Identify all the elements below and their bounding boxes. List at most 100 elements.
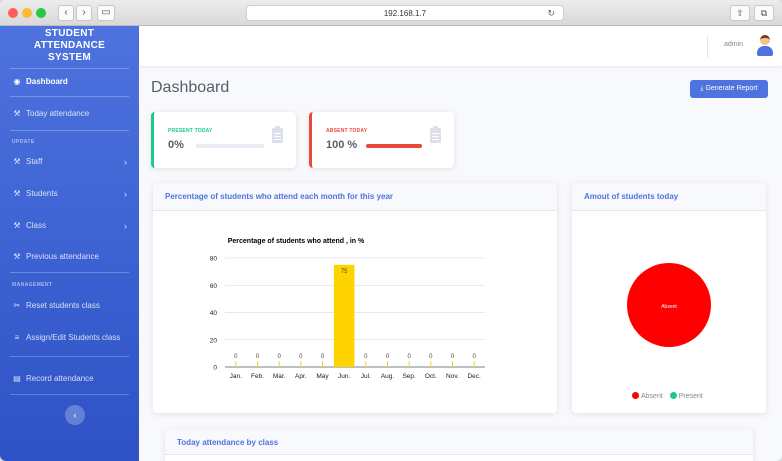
absent-progress-bar: [366, 144, 422, 148]
data-label: 0: [321, 354, 325, 360]
sidebar-item-label: Today attendance: [26, 109, 90, 118]
sidebar-item-label: Record attendance: [26, 374, 94, 383]
sidebar-divider: [10, 130, 129, 131]
data-label: 0: [407, 354, 411, 360]
page-title: Dashboard: [151, 79, 230, 96]
clipboard-icon: [272, 126, 283, 143]
legend-swatch-present: [669, 392, 677, 399]
sidebar-item-record-attendance[interactable]: ▤ Record attendance: [0, 369, 139, 389]
x-tick-label: Sep.: [402, 373, 416, 380]
y-tick-label: 40: [210, 310, 218, 317]
share-icon: ⇧: [736, 8, 744, 18]
sidebar-heading-update: UPDATE: [12, 139, 35, 145]
data-label: 0: [429, 354, 433, 360]
share-button[interactable]: ⇧: [730, 5, 750, 21]
close-window-button[interactable]: [8, 8, 18, 18]
monthly-attendance-chart: Percentage of students who attend , in %…: [210, 238, 485, 380]
y-tick-label: 20: [210, 337, 218, 344]
x-tick-label: Jan.: [230, 373, 242, 380]
tabs-icon: ⧉: [760, 8, 768, 18]
sidebar-item-reset-students-class[interactable]: ✂ Reset students class: [0, 296, 139, 316]
address-bar[interactable]: 192.168.1.7 ↻: [246, 5, 564, 21]
sidebar-item-assign-edit-students-class[interactable]: ≡ Assign/Edit Students class: [0, 328, 139, 348]
data-label: 75: [341, 269, 348, 275]
sidebar-collapse-button[interactable]: ‹: [65, 405, 85, 425]
card-header: Percentage of students who attend each m…: [153, 183, 557, 211]
pie-legend: Absent Present: [632, 392, 708, 400]
sidebar-item-class[interactable]: ⚒ Class ›: [0, 216, 139, 236]
chevron-left-icon: ‹: [64, 7, 68, 18]
x-tick-label: May: [316, 373, 329, 380]
data-label: 0: [277, 354, 281, 360]
data-label: 0: [364, 354, 368, 360]
x-tick-label: Dec.: [467, 373, 481, 380]
sidebar-toggle-button[interactable]: ▭: [97, 5, 115, 21]
present-progress-bar: [196, 144, 264, 148]
data-label: 0: [472, 354, 476, 360]
sidebar-icon: ▭: [101, 7, 111, 18]
avatar-head: [760, 35, 770, 45]
legend-label: Present: [678, 393, 703, 400]
x-tick-label: Aug.: [381, 373, 395, 380]
tachometer-icon: ◉: [13, 77, 21, 86]
file-icon: ▤: [13, 374, 21, 383]
forward-button[interactable]: ›: [76, 5, 92, 21]
sidebar-item-previous-attendance[interactable]: ⚒ Previous attendance: [0, 247, 139, 267]
brand-line-3: SYSTEM: [48, 52, 91, 63]
avatar-body: [757, 46, 773, 56]
data-label: 0: [386, 354, 390, 360]
legend-item-present[interactable]: Present: [669, 392, 703, 400]
sidebar-item-label: Class: [26, 221, 47, 230]
wrench-icon: ⚒: [13, 157, 21, 166]
sidebar-brand[interactable]: STUDENT ATTENDANCE SYSTEM: [0, 26, 139, 66]
monthly-attendance-title: Percentage of students who attend each m…: [165, 192, 394, 201]
data-label: 0: [234, 354, 238, 360]
data-label: 0: [299, 354, 303, 360]
today-students-card: Amout of students today Absent Absent Pr…: [572, 183, 766, 413]
absent-today-label: ABSENT TODAY: [326, 128, 368, 134]
chart-title: Percentage of students who attend , in %: [228, 238, 365, 245]
sidebar-item-label: Assign/Edit Students class: [26, 333, 121, 342]
x-tick-label: Apr.: [295, 373, 307, 380]
sidebar-divider: [10, 356, 129, 357]
data-label: 0: [451, 354, 455, 360]
sidebar-item-students[interactable]: ⚒ Students ›: [0, 184, 139, 204]
user-name[interactable]: admin: [724, 41, 743, 48]
clipboard-icon: [430, 126, 441, 143]
zoom-window-button[interactable]: [36, 8, 46, 18]
chevron-right-icon: ›: [124, 189, 127, 199]
y-tick-label: 60: [210, 283, 218, 290]
sidebar-heading-management: MANAGEMENT: [12, 282, 53, 288]
minimize-window-button[interactable]: [22, 8, 32, 18]
today-students-title: Amout of students today: [584, 192, 679, 201]
wrench-icon: ⚒: [13, 109, 21, 118]
sidebar-divider: [10, 68, 129, 69]
bar-jun[interactable]: [333, 264, 355, 367]
sidebar-item-dashboard[interactable]: ◉ Dashboard: [0, 72, 139, 92]
avatar[interactable]: [756, 35, 774, 57]
url-text: 192.168.1.7: [383, 9, 427, 18]
x-tick-label: Feb.: [251, 373, 264, 380]
back-button[interactable]: ‹: [58, 5, 74, 21]
reload-icon[interactable]: ↻: [547, 6, 555, 21]
present-today-card: PRESENT TODAY 0%: [151, 112, 296, 168]
wrench-icon: ⚒: [13, 189, 21, 198]
legend-item-absent[interactable]: Absent: [632, 392, 663, 400]
browser-toolbar: ‹ › ▭ 192.168.1.7 ↻ ⇧ ⧉: [0, 0, 782, 26]
sidebar-item-staff[interactable]: ⚒ Staff ›: [0, 152, 139, 172]
card-header: Amout of students today: [572, 183, 766, 211]
wrench-icon: ⚒: [13, 221, 21, 230]
sidebar-item-today-attendance[interactable]: ⚒ Today attendance: [0, 104, 139, 124]
topbar-divider: [707, 36, 708, 58]
tabs-button[interactable]: ⧉: [754, 5, 774, 21]
generate-report-button[interactable]: ⤓ Generate Report: [690, 80, 768, 98]
data-label: 0: [256, 354, 260, 360]
sidebar-item-label: Reset students class: [26, 301, 100, 310]
wrench-icon: ⚒: [13, 252, 21, 261]
card-header: Today attendance by class: [165, 429, 753, 455]
x-tick-label: Jun.: [338, 373, 350, 380]
pie-slice-label: Absent: [661, 304, 677, 310]
sidebar-divider: [10, 394, 129, 395]
today-students-chart: Absent: [627, 263, 711, 347]
brand-line-2: ATTENDANCE: [33, 40, 106, 51]
